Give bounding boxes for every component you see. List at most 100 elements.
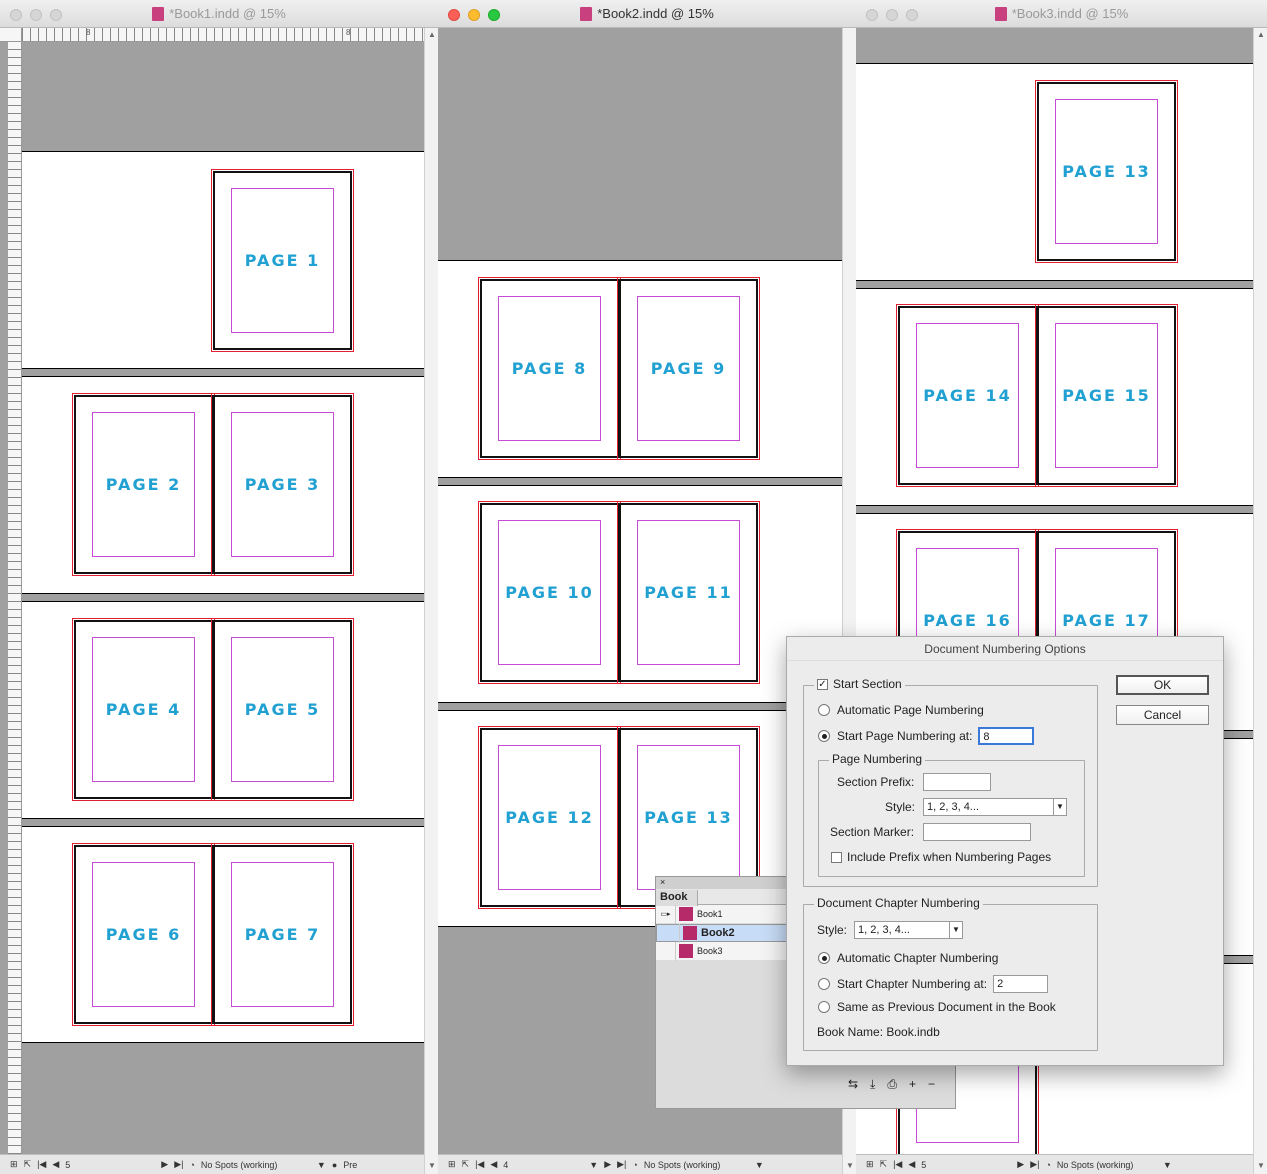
page-thumbnail[interactable]: PAGE 2: [72, 393, 215, 576]
chapter-style-select[interactable]: 1, 2, 3, 4... ▼: [854, 921, 963, 939]
page-thumbnail[interactable]: PAGE 3: [211, 393, 354, 576]
scroll-up-arrow-icon[interactable]: ▲: [428, 30, 436, 39]
scroll-up-arrow-icon[interactable]: ▲: [1257, 30, 1265, 39]
last-page-icon[interactable]: ▶|: [174, 1159, 183, 1170]
first-page-icon[interactable]: |◀: [37, 1159, 46, 1170]
view-mode-icon[interactable]: ⊞: [866, 1159, 874, 1170]
preflight-menu-icon[interactable]: ▼: [1163, 1160, 1172, 1170]
page-label: PAGE 2: [105, 475, 182, 494]
start-chapter-input[interactable]: 2: [993, 975, 1049, 993]
start-section-legend[interactable]: ✓ Start Section: [814, 677, 905, 691]
page-thumbnail[interactable]: PAGE 8: [478, 277, 621, 460]
vertical-scrollbar[interactable]: ▲ ▼: [1253, 28, 1267, 1174]
start-page-numbering-option[interactable]: Start Page Numbering at: 8: [818, 727, 1035, 745]
page-thumbnail[interactable]: PAGE 9: [617, 277, 760, 460]
last-page-icon[interactable]: ▶|: [617, 1159, 626, 1170]
first-page-icon[interactable]: |◀: [475, 1159, 484, 1170]
section-marker-input[interactable]: [923, 823, 1031, 841]
next-page-icon[interactable]: ▶: [1017, 1159, 1024, 1170]
horizontal-ruler[interactable]: [22, 28, 424, 42]
minimize-button[interactable]: [886, 9, 898, 21]
start-chapter-option[interactable]: Start Chapter Numbering at: 2: [818, 975, 1049, 993]
page-thumbnail[interactable]: PAGE 6: [72, 843, 215, 1026]
zoom-button[interactable]: [488, 9, 500, 21]
vertical-ruler[interactable]: [8, 42, 22, 1154]
start-page-input[interactable]: 8: [978, 727, 1035, 745]
cancel-button[interactable]: Cancel: [1116, 705, 1209, 725]
zoom-button[interactable]: [906, 9, 918, 21]
save-book-icon[interactable]: ⤓: [870, 1077, 875, 1092]
close-button[interactable]: [10, 9, 22, 21]
section-prefix-input[interactable]: [923, 773, 991, 791]
prev-page-icon[interactable]: ◀: [490, 1159, 497, 1170]
start-section-checkbox[interactable]: ✓: [817, 678, 828, 690]
preflight-menu-icon[interactable]: ▼: [755, 1160, 764, 1170]
page-number-field[interactable]: 5: [65, 1160, 155, 1170]
sync-source-icon[interactable]: ▭▸: [656, 904, 676, 924]
page-thumbnail[interactable]: PAGE 1: [211, 169, 354, 352]
minimize-button[interactable]: [30, 9, 42, 21]
scroll-down-arrow-icon[interactable]: ▼: [1257, 1161, 1265, 1170]
view-mode-icon[interactable]: ⊞: [448, 1159, 456, 1170]
page-thumbnail[interactable]: PAGE 15: [1035, 304, 1178, 487]
zoom-button[interactable]: [50, 9, 62, 21]
window-titlebar[interactable]: *Book2.indd @ 15%: [438, 0, 856, 28]
auto-page-numbering-radio[interactable]: [818, 704, 830, 716]
auto-chapter-option[interactable]: Automatic Chapter Numbering: [818, 951, 998, 965]
window-titlebar[interactable]: *Book1.indd @ 15%: [0, 0, 438, 28]
same-as-previous-radio[interactable]: [818, 1001, 830, 1013]
scroll-down-arrow-icon[interactable]: ▼: [428, 1161, 436, 1170]
auto-page-numbering-option[interactable]: Automatic Page Numbering: [818, 703, 984, 717]
same-as-previous-option[interactable]: Same as Previous Document in the Book: [818, 1000, 1056, 1014]
auto-chapter-radio[interactable]: [818, 952, 830, 964]
next-page-icon[interactable]: ▶: [604, 1159, 611, 1170]
page-menu-icon[interactable]: ▼: [589, 1160, 598, 1170]
preflight-icon[interactable]: ◔: [189, 1160, 194, 1170]
add-document-icon[interactable]: +: [909, 1077, 916, 1091]
page-number-field[interactable]: 4: [503, 1160, 583, 1170]
window-titlebar[interactable]: *Book3.indd @ 15%: [856, 0, 1267, 28]
page-label: PAGE 4: [105, 700, 182, 719]
open-page-icon[interactable]: ⇱: [462, 1159, 470, 1170]
close-button[interactable]: [448, 9, 460, 21]
page-thumbnail[interactable]: PAGE 13: [1035, 80, 1178, 263]
sync-source-slot[interactable]: [660, 923, 680, 943]
page-thumbnail[interactable]: PAGE 5: [211, 618, 354, 801]
ok-button[interactable]: OK: [1116, 675, 1209, 695]
next-page-icon[interactable]: ▶: [161, 1159, 168, 1170]
auto-chapter-label: Automatic Chapter Numbering: [837, 951, 999, 965]
prev-page-icon[interactable]: ◀: [908, 1159, 915, 1170]
synchronize-icon[interactable]: ⇆: [848, 1077, 858, 1091]
vertical-scrollbar[interactable]: ▲ ▼: [424, 28, 438, 1174]
remove-document-icon[interactable]: −: [928, 1077, 935, 1091]
page-thumbnail[interactable]: PAGE 11: [617, 501, 760, 684]
minimize-button[interactable]: [468, 9, 480, 21]
last-page-icon[interactable]: ▶|: [1030, 1159, 1039, 1170]
scroll-down-arrow-icon[interactable]: ▼: [846, 1161, 854, 1170]
open-page-icon[interactable]: ⇱: [24, 1159, 32, 1170]
start-page-numbering-radio[interactable]: [818, 730, 830, 742]
first-page-icon[interactable]: |◀: [893, 1159, 902, 1170]
include-prefix-option[interactable]: Include Prefix when Numbering Pages: [831, 850, 1051, 864]
preflight-menu-icon[interactable]: ▼: [317, 1160, 326, 1170]
ruler-origin[interactable]: [0, 28, 22, 42]
preflight-icon[interactable]: ◔: [632, 1160, 637, 1170]
preflight-icon[interactable]: ◔: [1045, 1160, 1050, 1170]
page-thumbnail[interactable]: PAGE 7: [211, 843, 354, 1026]
start-chapter-radio[interactable]: [818, 978, 830, 990]
view-mode-icon[interactable]: ⊞: [10, 1159, 18, 1170]
margin-guide: PAGE 9: [637, 296, 740, 441]
page-thumbnail[interactable]: PAGE 10: [478, 501, 621, 684]
page-thumbnail[interactable]: PAGE 4: [72, 618, 215, 801]
page-number-field[interactable]: 5: [921, 1160, 1011, 1170]
print-book-icon[interactable]: ⎙: [887, 1077, 897, 1092]
prev-page-icon[interactable]: ◀: [52, 1159, 59, 1170]
page-style-select[interactable]: 1, 2, 3, 4... ▼: [923, 798, 1067, 816]
sync-source-slot[interactable]: [656, 941, 676, 961]
close-button[interactable]: [866, 9, 878, 21]
include-prefix-checkbox[interactable]: [831, 851, 842, 863]
page-thumbnail[interactable]: PAGE 14: [896, 304, 1039, 487]
window-controls: [448, 9, 500, 21]
open-page-icon[interactable]: ⇱: [880, 1159, 888, 1170]
page-thumbnail[interactable]: PAGE 12: [478, 726, 621, 909]
